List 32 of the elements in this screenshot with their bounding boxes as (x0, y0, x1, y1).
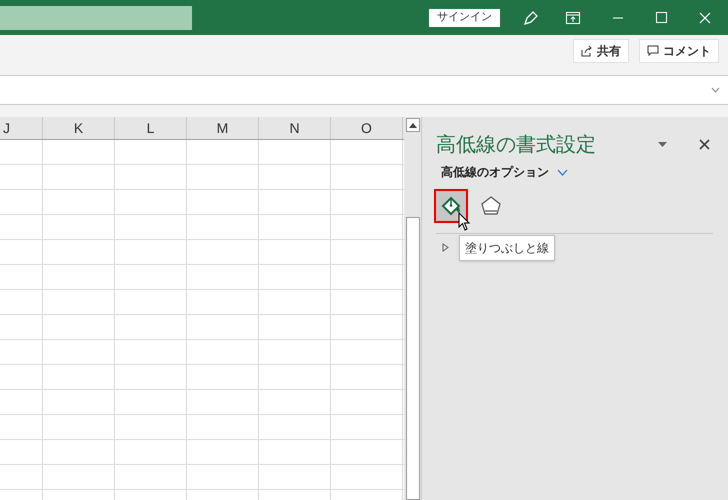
sign-in-button[interactable]: サインイン (429, 8, 500, 26)
options-label[interactable]: 高低線のオプション (441, 163, 549, 181)
chevron-down-icon[interactable] (711, 87, 720, 93)
column-header[interactable]: O (331, 117, 403, 139)
column-header[interactable]: M (187, 117, 259, 139)
column-header[interactable]: L (115, 117, 187, 139)
tooltip: 塗りつぶしと線 (459, 235, 555, 261)
vertical-scrollbar[interactable] (404, 117, 422, 500)
paint-bucket-icon (440, 195, 462, 217)
scroll-thumb[interactable] (406, 217, 420, 500)
pentagon-icon (480, 195, 502, 217)
ribbon-display-icon[interactable] (566, 12, 580, 24)
dropdown-triangle-icon[interactable] (658, 142, 667, 146)
expand-triangle-icon[interactable] (442, 243, 449, 252)
format-tab[interactable] (434, 189, 468, 223)
pane-title: 高低線の書式設定 (436, 131, 597, 158)
triangle-up-icon (408, 122, 416, 128)
column-header[interactable]: K (43, 117, 115, 139)
chevron-down-icon[interactable] (557, 168, 568, 176)
close-icon[interactable] (699, 138, 710, 150)
comment-icon (647, 45, 659, 57)
formula-bar[interactable] (0, 75, 728, 105)
pen-icon[interactable] (522, 8, 540, 26)
scroll-up-button[interactable] (406, 118, 420, 132)
share-icon (581, 45, 593, 57)
mouse-pointer-icon (458, 212, 471, 232)
column-header[interactable]: N (259, 117, 331, 139)
column-header[interactable]: J (0, 117, 43, 139)
maximize-icon[interactable] (656, 12, 667, 23)
share-button[interactable]: 共有 (573, 39, 629, 63)
comment-button[interactable]: コメント (639, 39, 719, 63)
search-field[interactable] (0, 6, 192, 30)
